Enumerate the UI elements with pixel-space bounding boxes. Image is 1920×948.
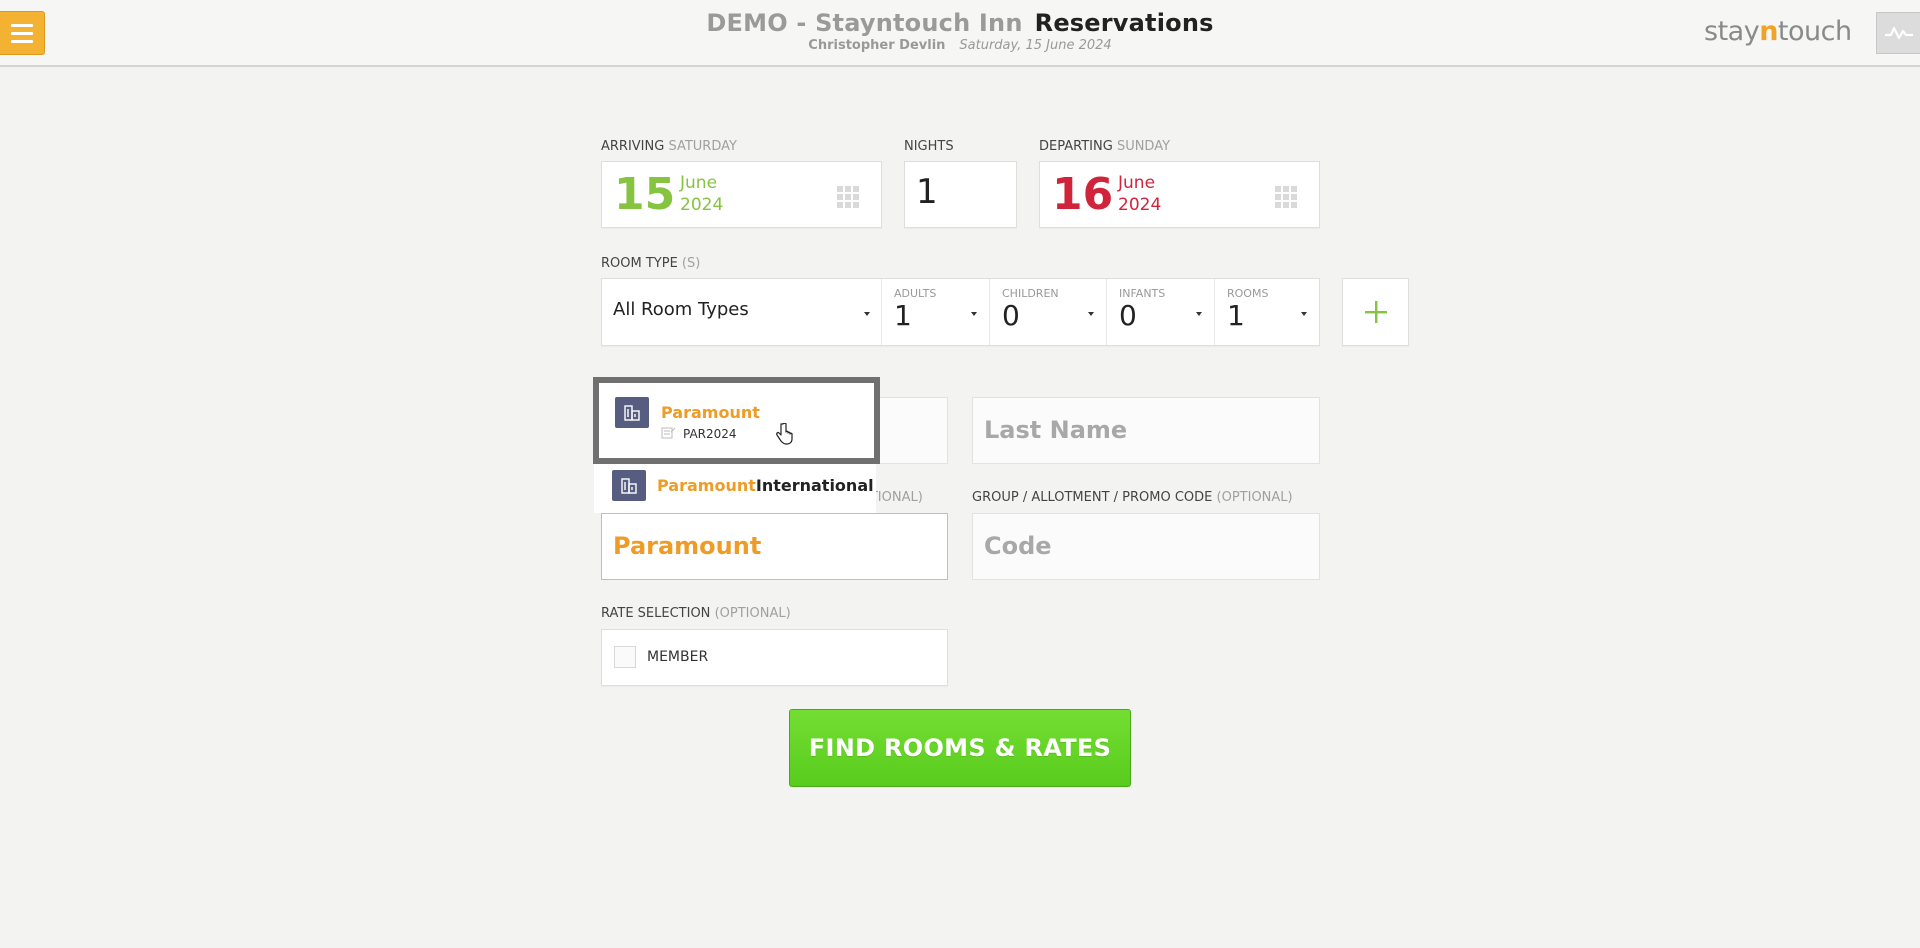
caret-down-icon [1301, 312, 1307, 316]
stayntouch-logo: stayntouch [1704, 16, 1852, 47]
room-type-value: All Room Types [613, 299, 749, 320]
rate-selection-label: RATE SELECTION (OPTIONAL) [601, 606, 791, 621]
user-name: Christopher Devlin [808, 38, 946, 53]
arrival-month-year: June 2024 [680, 173, 724, 215]
rooms-value: 1 [1227, 299, 1245, 332]
arrival-day: 15 [614, 169, 676, 220]
autocomplete-item-paramount[interactable]: Paramount PAR2024 [593, 377, 880, 464]
infants-value: 0 [1119, 299, 1137, 332]
last-name-input[interactable]: Last Name [972, 397, 1320, 464]
find-rooms-rates-button[interactable]: FIND ROOMS & RATES [789, 709, 1131, 787]
autocomplete-item-paramount-international[interactable]: ParamountInternational [599, 464, 876, 513]
company-input-value: Paramount [613, 532, 762, 560]
document-icon [661, 427, 677, 442]
departure-date-picker[interactable]: 16 June 2024 [1039, 161, 1320, 228]
hand-cursor-icon [776, 423, 793, 445]
activity-button[interactable] [1876, 12, 1920, 54]
company-travel-agent-input[interactable]: Paramount [601, 513, 948, 580]
plus-icon [1364, 301, 1387, 323]
member-checkbox[interactable] [614, 646, 636, 668]
promo-code-input[interactable]: Code [972, 513, 1320, 580]
caret-down-icon [1088, 312, 1094, 316]
company-building-icon [612, 470, 646, 501]
arrival-label: ARRIVING SATURDAY [601, 139, 737, 154]
departure-day: 16 [1052, 169, 1114, 220]
departure-month-year: June 2024 [1118, 173, 1162, 215]
children-value: 0 [1002, 299, 1020, 332]
nights-label: NIGHTS [904, 139, 954, 154]
company-building-icon [615, 397, 649, 428]
children-select[interactable]: CHILDREN 0 [990, 279, 1107, 345]
rooms-select[interactable]: ROOMS 1 [1215, 279, 1319, 345]
hotel-name: DEMO - Stayntouch Inn [706, 9, 1023, 37]
activity-icon [1884, 26, 1913, 40]
promo-label: GROUP / ALLOTMENT / PROMO CODE (OPTIONAL… [972, 490, 1293, 505]
header-subtitle: Christopher Devlin Saturday, 15 June 2024 [0, 38, 1920, 53]
nights-input[interactable]: 1 [904, 161, 1017, 228]
calendar-icon[interactable] [837, 186, 859, 208]
page-title: DEMO - Stayntouch Inn Reservations [0, 9, 1920, 37]
infants-select[interactable]: INFANTS 0 [1107, 279, 1215, 345]
caret-down-icon [1196, 312, 1202, 316]
caret-down-icon [864, 312, 870, 316]
member-label: MEMBER [647, 649, 709, 665]
promo-code-placeholder: Code [984, 532, 1052, 560]
departure-label: DEPARTING SUNDAY [1039, 139, 1171, 154]
last-name-placeholder: Last Name [984, 416, 1128, 444]
company-code: PAR2024 [683, 427, 737, 441]
calendar-icon[interactable] [1275, 186, 1297, 208]
adults-value: 1 [894, 299, 912, 332]
rate-selection-box: MEMBER [601, 629, 948, 686]
app-header: DEMO - Stayntouch Inn Reservations Christ… [0, 0, 1920, 67]
room-occupancy-row: All Room Types ADULTS 1 CHILDREN 0 INFAN… [601, 278, 1320, 346]
arrival-date-picker[interactable]: 15 June 2024 [601, 161, 882, 228]
business-date: Saturday, 15 June 2024 [959, 38, 1112, 53]
room-type-select[interactable]: All Room Types [602, 279, 882, 345]
caret-down-icon [971, 312, 977, 316]
adults-select[interactable]: ADULTS 1 [882, 279, 990, 345]
room-type-label: ROOM TYPE (S) [601, 256, 701, 271]
module-title: Reservations [1034, 9, 1214, 37]
add-room-button[interactable] [1342, 278, 1409, 346]
nights-value: 1 [916, 172, 938, 212]
